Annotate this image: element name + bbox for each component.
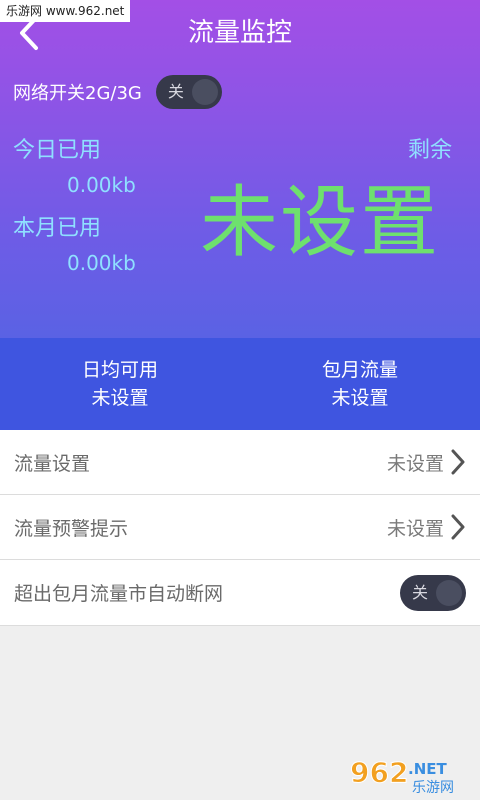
monthly-package-label: 包月流量 — [321, 359, 398, 381]
watermark-main: 962 — [350, 756, 408, 789]
row-value: 未设置 — [386, 452, 444, 475]
row-label: 流量设置 — [14, 452, 91, 475]
remaining-value: 未设置 — [200, 178, 441, 268]
monthly-package-value: 未设置 — [331, 387, 389, 409]
page-title: 流量监控 — [187, 18, 292, 48]
today-used-label: 今日已用 — [13, 138, 102, 163]
daily-available-label: 日均可用 — [81, 359, 158, 381]
watermark-logo: 962 .NET 乐游网 — [350, 756, 455, 797]
monthly-package: 包月流量 未设置 — [240, 338, 480, 430]
auto-disconnect-label: 超出包月流量市自动断网 — [14, 583, 224, 605]
network-switch-label: 网络开关2G/3G — [13, 83, 142, 104]
traffic-warning-row[interactable]: 流量预警提示 未设置 — [0, 495, 480, 560]
month-used-value: 0.00kb — [67, 251, 136, 275]
traffic-settings-row[interactable]: 流量设置 未设置 — [0, 430, 480, 495]
remaining-label: 剩余 — [407, 138, 452, 163]
auto-disconnect-toggle-text: 关 — [412, 582, 429, 602]
header-panel: 乐游网 www.962.net 流量监控 网络开关2G/3G 关 今日已用 0.… — [0, 0, 480, 338]
settings-list: 流量设置 未设置 流量预警提示 未设置 超出包月流量市自动断网 关 — [0, 430, 480, 626]
network-toggle[interactable]: 关 — [155, 75, 222, 109]
watermark-sub: 乐游网 — [412, 780, 454, 796]
toggle-knob — [436, 579, 462, 606]
network-switch-row: 网络开关2G/3G 关 — [13, 75, 222, 109]
daily-available: 日均可用 未设置 — [0, 338, 240, 430]
daily-available-value: 未设置 — [91, 387, 149, 409]
row-label: 流量预警提示 — [14, 517, 129, 540]
month-used-label: 本月已用 — [13, 216, 102, 241]
chevron-right-icon — [451, 449, 465, 475]
chevron-right-icon — [451, 514, 465, 540]
summary-bar: 日均可用 未设置 包月流量 未设置 — [0, 338, 480, 430]
watermark-suffix: .NET — [408, 760, 447, 778]
auto-disconnect-row: 超出包月流量市自动断网 关 — [0, 560, 480, 626]
network-toggle-text: 关 — [167, 82, 184, 101]
row-value: 未设置 — [386, 517, 444, 540]
auto-disconnect-toggle[interactable]: 关 — [400, 574, 466, 611]
today-used-value: 0.00kb — [67, 173, 136, 197]
toggle-knob — [191, 79, 218, 105]
